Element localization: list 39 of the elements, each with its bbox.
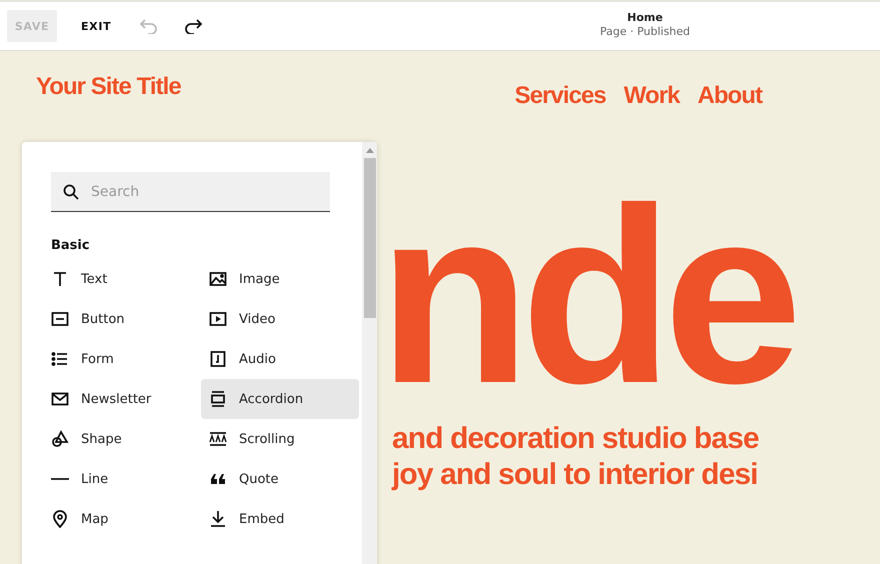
accordion-icon bbox=[209, 390, 227, 408]
line-icon bbox=[51, 478, 69, 480]
block-item[interactable]: Form bbox=[51, 339, 201, 379]
hero-heading: nde bbox=[378, 171, 794, 421]
page-status: Page · Published bbox=[600, 25, 690, 38]
form-icon bbox=[51, 350, 69, 368]
scrollbar[interactable] bbox=[362, 142, 377, 564]
block-item[interactable]: Quote bbox=[201, 459, 359, 499]
scrollbar-thumb[interactable] bbox=[364, 158, 376, 318]
text-icon bbox=[51, 270, 69, 288]
redo-icon[interactable] bbox=[183, 18, 204, 34]
block-item[interactable]: Shape bbox=[51, 419, 201, 459]
page-title: Home bbox=[627, 11, 663, 24]
block-item[interactable]: Line bbox=[51, 459, 201, 499]
block-item[interactable]: Newsletter bbox=[51, 379, 201, 419]
block-item[interactable]: Text bbox=[51, 259, 201, 299]
download-icon bbox=[209, 510, 227, 528]
block-item[interactable]: Map bbox=[51, 499, 201, 539]
button-icon bbox=[51, 310, 69, 328]
section-heading: Basic bbox=[51, 238, 91, 253]
search-field[interactable]: Search bbox=[51, 172, 330, 212]
hero-text: joy and soul to interior desi bbox=[392, 457, 759, 493]
block-item[interactable]: Image bbox=[201, 259, 359, 299]
block-item[interactable]: Embed bbox=[201, 499, 359, 539]
block-item[interactable]: Video bbox=[201, 299, 359, 339]
mail-icon bbox=[51, 390, 69, 408]
block-item[interactable]: Accordion bbox=[201, 379, 359, 419]
audio-icon bbox=[209, 350, 227, 368]
video-icon bbox=[209, 310, 227, 328]
pin-icon bbox=[51, 510, 69, 528]
hero-text: and decoration studio base bbox=[392, 421, 760, 457]
scrolling-icon bbox=[209, 430, 227, 448]
block-item[interactable]: Audio bbox=[201, 339, 359, 379]
scroll-up-icon[interactable] bbox=[366, 147, 374, 153]
block-item[interactable]: Button bbox=[51, 299, 201, 339]
shape-icon bbox=[51, 430, 69, 448]
image-icon bbox=[209, 270, 227, 288]
block-item[interactable]: Scrolling bbox=[201, 419, 359, 459]
exit-button[interactable]: EXIT bbox=[77, 14, 116, 38]
